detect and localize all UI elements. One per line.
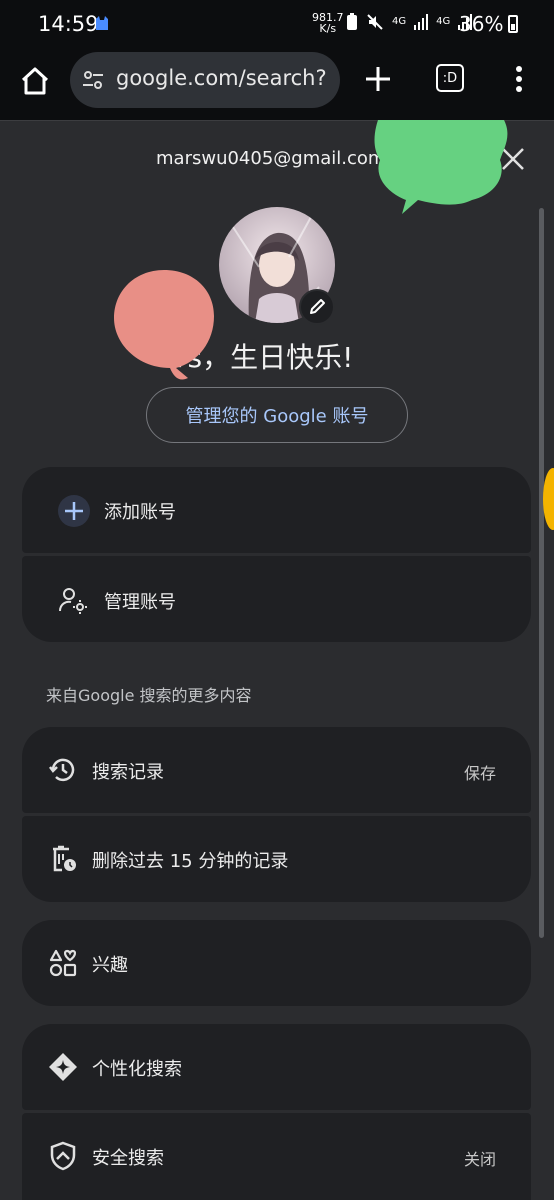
safe-search-row[interactable]: 安全搜索 关闭: [22, 1113, 531, 1200]
more-vert-icon[interactable]: [510, 66, 528, 92]
safe-search-value: 关闭: [463, 1150, 496, 1169]
edit-pencil-icon: [310, 299, 325, 314]
safe-search-label: 安全搜索: [92, 1148, 164, 1169]
add-account-icon: [58, 495, 90, 527]
network-rate: 981.7 K/s: [312, 12, 344, 34]
status-icons: 4G 4G: [346, 13, 473, 31]
history-icon: [49, 758, 75, 782]
interests-shapes-icon: [49, 949, 77, 977]
personalized-search-row[interactable]: 个性化搜索: [22, 1024, 531, 1110]
url-text[interactable]: google.com/search?: [116, 66, 327, 90]
cat-app-icon: [96, 16, 108, 30]
signal-4g-label-2: 4G: [436, 16, 451, 27]
plus-icon[interactable]: [362, 63, 394, 95]
delete-last-15min-label: 删除过去 15 分钟的记录: [92, 851, 289, 872]
add-account-row[interactable]: 添加账号: [22, 467, 531, 553]
interests-row[interactable]: 兴趣: [22, 920, 531, 1006]
manage-google-account-label: 管理您的 Google 账号: [185, 406, 369, 427]
scrollbar[interactable]: [539, 208, 544, 938]
edit-avatar-button[interactable]: [299, 289, 335, 325]
battery-saver-icon: [347, 13, 357, 30]
search-history-label: 搜索记录: [92, 762, 164, 783]
browser-toolbar: google.com/search? :D: [0, 48, 554, 120]
battery-icon: [508, 15, 518, 33]
mute-icon: [367, 14, 383, 30]
signal-4g-label: 4G: [392, 16, 407, 27]
add-account-label: 添加账号: [104, 502, 176, 523]
manage-accounts-label: 管理账号: [104, 592, 176, 613]
plus-icon: [65, 502, 83, 520]
signal-bars-icon: [414, 14, 429, 30]
address-bar[interactable]: google.com/search?: [70, 52, 340, 108]
tab-switcher-label: :D: [442, 70, 458, 86]
personalized-search-label: 个性化搜索: [92, 1059, 182, 1080]
battery-percent: 36%: [459, 12, 504, 36]
person-gear-icon: [59, 588, 87, 614]
section-heading: 来自Google 搜索的更多内容: [46, 686, 252, 705]
home-icon[interactable]: [18, 64, 52, 98]
rate-unit: K/s: [319, 22, 337, 35]
tune-icon[interactable]: [82, 70, 104, 90]
sparkle-icon: [49, 1053, 77, 1081]
green-blob-overlay: [374, 120, 508, 214]
status-bar: 14:59 981.7 K/s 4G 4G 36%: [0, 0, 554, 48]
interests-label: 兴趣: [92, 955, 128, 976]
tab-switcher-icon[interactable]: :D: [436, 64, 464, 92]
delete-clock-icon: [53, 845, 76, 872]
account-email: marswu0405@gmail.com: [156, 148, 386, 169]
search-history-row[interactable]: 搜索记录 保存: [22, 727, 531, 813]
red-blob-overlay: [114, 270, 214, 380]
manage-google-account-button[interactable]: 管理您的 Google 账号: [146, 387, 408, 443]
yellow-blob-overlay: [543, 468, 554, 530]
delete-last-15min-row[interactable]: 删除过去 15 分钟的记录: [22, 816, 531, 902]
search-history-value: 保存: [463, 764, 496, 783]
status-time: 14:59: [38, 12, 99, 36]
shield-icon: [50, 1141, 76, 1171]
manage-accounts-row[interactable]: 管理账号: [22, 556, 531, 642]
